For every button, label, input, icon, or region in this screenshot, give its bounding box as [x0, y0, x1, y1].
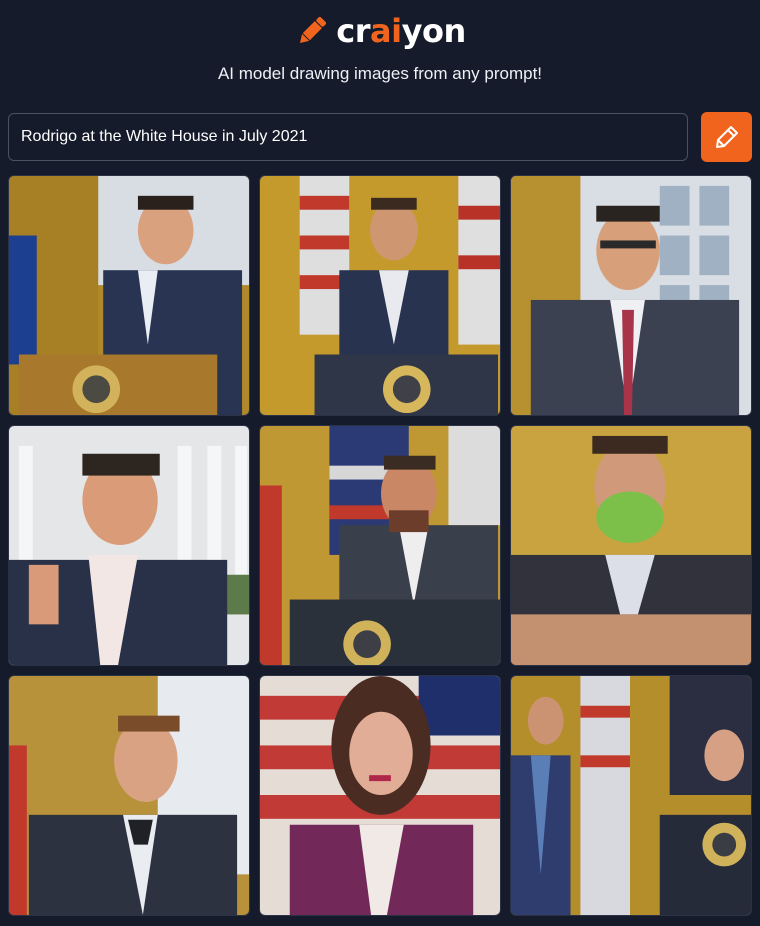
generated-image-2 — [260, 176, 500, 415]
generated-image-4 — [9, 426, 249, 665]
generated-image-7 — [9, 676, 249, 915]
craiyon-logo[interactable]: craiyon — [0, 8, 760, 54]
result-image-8[interactable] — [259, 675, 501, 916]
logo-suffix: yon — [401, 12, 467, 50]
result-image-3[interactable] — [510, 175, 752, 416]
draw-button[interactable] — [701, 112, 752, 162]
result-image-9[interactable] — [510, 675, 752, 916]
result-image-6[interactable] — [510, 425, 752, 666]
generated-image-9 — [511, 676, 751, 915]
result-image-4[interactable] — [8, 425, 250, 666]
pencil-logo-icon — [300, 16, 327, 44]
prompt-input[interactable] — [8, 113, 688, 161]
generated-image-8 — [260, 676, 500, 915]
generated-image-5 — [260, 426, 500, 665]
craiyon-page: craiyon AI model drawing images from any… — [0, 0, 760, 926]
pencil-icon — [715, 126, 738, 148]
tagline: AI model drawing images from any prompt! — [217, 64, 543, 83]
results-grid — [8, 175, 752, 918]
logo-prefix: cr — [336, 12, 371, 50]
logo-accent: ai — [370, 12, 402, 50]
result-image-5[interactable] — [259, 425, 501, 666]
result-image-2[interactable] — [259, 175, 501, 416]
result-image-7[interactable] — [8, 675, 250, 916]
result-image-1[interactable] — [8, 175, 250, 416]
logo-wordmark: craiyon — [336, 12, 467, 50]
generated-image-6 — [511, 426, 751, 665]
generated-image-3 — [511, 176, 751, 415]
generated-image-1 — [9, 176, 249, 415]
